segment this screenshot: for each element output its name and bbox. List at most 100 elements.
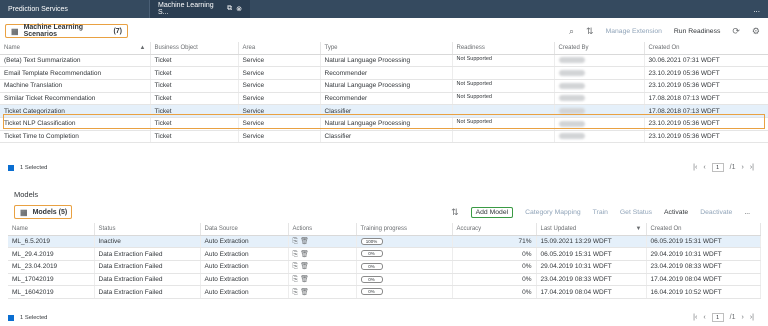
next-page-icon[interactable]: › <box>742 164 744 171</box>
cell-created-on: 30.06.2021 07:31 WDFT <box>644 54 768 68</box>
cell-created-on: 17.08.2018 07:13 WDFT <box>644 104 768 118</box>
sort-icon[interactable]: ⇅ <box>586 26 594 37</box>
table-row[interactable]: Ticket Time to Completion Ticket Service… <box>0 130 768 144</box>
cell-data-source: Auto Extraction <box>200 260 289 274</box>
column-header-type[interactable]: Type <box>320 42 453 55</box>
prev-page-icon[interactable]: ‹ <box>703 164 705 171</box>
get-status-button[interactable]: Get Status <box>620 209 652 216</box>
cell-name: ML_29.4.2019 <box>8 247 95 261</box>
cell-readiness: Not Supported <box>452 117 555 131</box>
table-row[interactable]: ML_17042019 Data Extraction Failed Auto … <box>8 273 761 287</box>
table-row[interactable]: Ticket NLP Classification Ticket Service… <box>0 117 768 131</box>
progress-indicator: 0% <box>360 288 383 296</box>
sort-descending-icon: ▼ <box>635 225 642 232</box>
copy-icon[interactable]: ⎘ <box>293 263 299 270</box>
table-row[interactable]: Email Template Recommendation Ticket Ser… <box>0 66 768 80</box>
last-page-icon[interactable]: ›| <box>750 314 754 321</box>
progress-indicator: 0% <box>360 275 383 283</box>
column-header-training-progress[interactable]: Training progress <box>356 223 453 236</box>
copy-icon[interactable]: ⎘ <box>293 289 299 296</box>
cell-training-progress: 0% <box>356 285 453 299</box>
cell-business-object: Ticket <box>150 117 239 131</box>
first-page-icon[interactable]: |‹ <box>693 314 697 321</box>
delete-icon[interactable]: 🗑 <box>300 289 309 296</box>
redacted-user <box>558 133 585 140</box>
tab-prediction-services[interactable]: Prediction Services <box>0 0 150 18</box>
column-header-data-source[interactable]: Data Source <box>200 223 289 236</box>
column-header-name[interactable]: Name <box>8 223 95 236</box>
redacted-user <box>558 82 585 89</box>
column-header-readiness[interactable]: Readiness <box>452 42 555 55</box>
column-header-last-updated[interactable]: Last Updated ▼ <box>536 223 647 236</box>
tab-label: Machine Learning S... <box>158 2 214 16</box>
category-mapping-button[interactable]: Category Mapping <box>525 209 581 216</box>
scenarios-toolbar-actions: ⌕ ⇅ Manage Extension Run Readiness ⟳ ⚙ <box>569 26 760 37</box>
cell-area: Service <box>238 104 321 118</box>
cell-actions: ⎘ 🗑 <box>288 285 357 299</box>
table-row[interactable]: ML_29.4.2019 Data Extraction Failed Auto… <box>8 247 761 261</box>
search-icon[interactable]: ⌕ <box>569 26 574 37</box>
copy-icon[interactable]: ⎘ <box>293 251 299 258</box>
cell-actions: ⎘ 🗑 <box>288 273 357 287</box>
cell-business-object: Ticket <box>150 130 239 144</box>
cell-readiness: Not Supported <box>452 92 555 106</box>
table-row[interactable]: (Beta) Text Summarization Ticket Service… <box>0 54 768 68</box>
last-page-icon[interactable]: ›| <box>750 164 754 171</box>
scenarios-toolbar: ▦ Machine Learning Scenarios (7) ⌕ ⇅ Man… <box>0 22 768 40</box>
prev-page-icon[interactable]: ‹ <box>703 314 705 321</box>
settings-icon[interactable]: ⚙ <box>752 26 760 37</box>
column-header-name[interactable]: Name ▲ <box>0 42 151 55</box>
first-page-icon[interactable]: |‹ <box>693 164 697 171</box>
cell-training-progress: 0% <box>356 273 453 287</box>
selection-checkbox[interactable] <box>8 315 14 321</box>
more-actions-icon[interactable]: ... <box>744 209 750 216</box>
table-row[interactable]: ML_23.04.2019 Data Extraction Failed Aut… <box>8 260 761 274</box>
grid-icon: ▦ <box>11 26 19 36</box>
cell-created-on: 17.08.2018 07:13 WDFT <box>644 92 768 106</box>
redacted-user <box>558 69 585 76</box>
scenarios-count: (7) <box>113 27 122 35</box>
pin-icon[interactable]: ⧉ <box>227 5 232 13</box>
sort-icon[interactable]: ⇅ <box>451 207 459 218</box>
page-input[interactable]: 1 <box>711 163 724 172</box>
delete-icon[interactable]: 🗑 <box>300 276 309 283</box>
table-row[interactable]: ML_16042019 Data Extraction Failed Auto … <box>8 285 761 299</box>
selection-checkbox[interactable] <box>8 165 14 171</box>
column-header-created-by[interactable]: Created By <box>554 42 645 55</box>
column-header-area[interactable]: Area <box>238 42 321 55</box>
redacted-user <box>558 107 585 114</box>
column-header-status[interactable]: Status <box>94 223 201 236</box>
deactivate-button[interactable]: Deactivate <box>700 209 732 216</box>
close-icon[interactable]: ⊗ <box>236 5 242 13</box>
delete-icon[interactable]: 🗑 <box>300 238 309 245</box>
cell-data-source: Auto Extraction <box>200 273 289 287</box>
cell-created-on: 23.10.2019 05:36 WDFT <box>644 66 768 80</box>
delete-icon[interactable]: 🗑 <box>300 251 309 258</box>
column-header-accuracy[interactable]: Accuracy <box>452 223 537 236</box>
delete-icon[interactable]: 🗑 <box>300 263 309 270</box>
run-readiness-button[interactable]: Run Readiness <box>674 28 720 35</box>
refresh-icon[interactable]: ⟳ <box>732 26 740 37</box>
tab-bar: Prediction Services Machine Learning S..… <box>0 0 768 18</box>
table-row[interactable]: Machine Translation Ticket Service Natur… <box>0 79 768 93</box>
column-header-business-object[interactable]: Business Object <box>150 42 239 55</box>
table-row-selected[interactable]: ML_6.5.2019 Inactive Auto Extraction ⎘ 🗑… <box>8 235 761 249</box>
overflow-menu-icon[interactable]: ... <box>745 0 768 18</box>
cell-last-updated: 29.04.2019 10:31 WDFT <box>536 260 647 274</box>
tab-machine-learning-scenarios[interactable]: Machine Learning S... ⧉ ⊗ <box>150 0 250 18</box>
table-row[interactable]: Similar Ticket Recommendation Ticket Ser… <box>0 92 768 106</box>
cell-area: Service <box>238 117 321 131</box>
train-button[interactable]: Train <box>593 209 608 216</box>
column-header-created-on[interactable]: Created On <box>644 42 768 55</box>
copy-icon[interactable]: ⎘ <box>293 276 299 283</box>
copy-icon[interactable]: ⎘ <box>293 238 299 245</box>
page-input[interactable]: 1 <box>711 313 724 322</box>
manage-extension-button[interactable]: Manage Extension <box>606 28 662 35</box>
table-row-selected[interactable]: Ticket Categorization Ticket Service Cla… <box>0 104 768 118</box>
add-model-button[interactable]: Add Model <box>470 207 514 218</box>
column-header-created-on[interactable]: Created On <box>646 223 761 236</box>
next-page-icon[interactable]: › <box>742 314 744 321</box>
page-total: /1 <box>729 164 736 171</box>
activate-button[interactable]: Activate <box>664 209 688 216</box>
column-header-actions[interactable]: Actions <box>288 223 357 236</box>
